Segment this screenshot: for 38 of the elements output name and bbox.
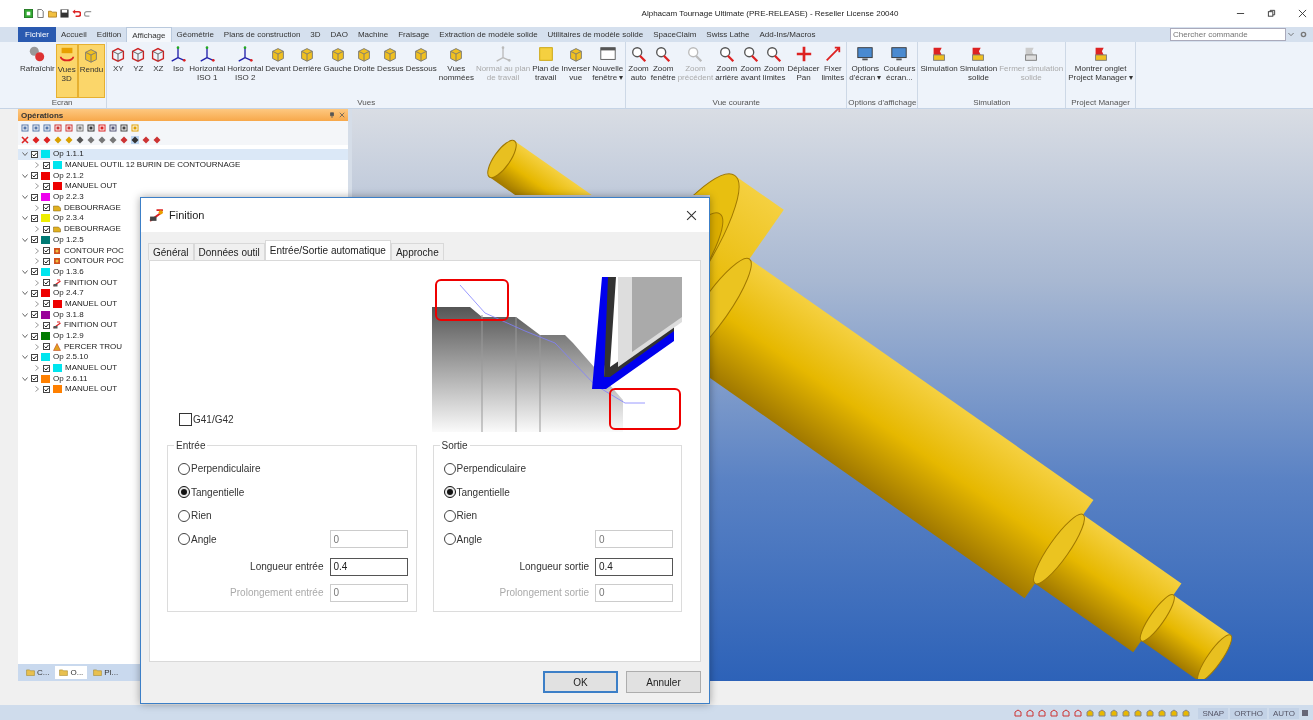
field-label: Longueur entrée xyxy=(250,561,324,572)
ribbon-group-label: Options d'affichage xyxy=(847,98,918,108)
operation-label: Op 2.3.4 xyxy=(53,213,84,224)
operation-label: Op 2.1.2 xyxy=(53,170,84,181)
dialog-title: Finition xyxy=(169,209,205,221)
operation-label: MANUEL OUTIL 12 BURIN DE CONTOURNAGE xyxy=(65,160,241,171)
operation-label: Op 2.6.11 xyxy=(53,373,88,384)
operation-label: CONTOUR POC xyxy=(64,245,124,256)
operation-label: MANUEL OUT xyxy=(65,181,118,192)
operation-label: Op 2.4.7 xyxy=(53,288,84,299)
operation-label: Op 1.2.5 xyxy=(53,234,84,245)
operation-label: FINITION OUT xyxy=(64,277,118,288)
operation-label: FINITION OUT xyxy=(64,320,118,331)
group-title: Entrée xyxy=(175,440,207,451)
operation-label: MANUEL OUT xyxy=(65,298,118,309)
ribbon-group-label: Vue courante xyxy=(711,98,761,108)
field-label: Prolongement entrée xyxy=(230,587,324,598)
operation-label: CONTOUR POC xyxy=(64,256,124,267)
ribbon-group-label: Project Manager xyxy=(1070,98,1131,108)
operation-label: Op 1.2.9 xyxy=(53,331,84,342)
operation-label: Op 1.1.1 xyxy=(53,149,84,160)
operation-label: DEBOURRAGE xyxy=(64,224,121,235)
ribbon-group-label: Simulation xyxy=(972,98,1012,108)
operation-label: DEBOURRAGE xyxy=(64,202,121,213)
operation-label: Op 2.2.3 xyxy=(53,192,84,203)
operation-label: Op 1.3.6 xyxy=(53,266,84,277)
operation-label: MANUEL OUT xyxy=(65,384,118,395)
operation-label: Op 2.5.10 xyxy=(53,352,89,363)
group-title: Sortie xyxy=(440,440,469,451)
field-label: Longueur sortie xyxy=(519,561,589,572)
operation-label: MANUEL OUT xyxy=(65,363,118,374)
ribbon-group-label: Vues xyxy=(356,98,377,108)
operation-label: PERCER TROU xyxy=(64,341,123,352)
window-title: Alphacam Tournage Ultimate (PRE-RELEASE) - Reseller License 20040 xyxy=(640,9,900,18)
field-label: Prolongement sortie xyxy=(499,587,589,598)
ribbon-group-label: Ecran xyxy=(50,98,74,108)
operation-label: Op 3.1.8 xyxy=(53,309,84,320)
panel-title: Opérations xyxy=(21,110,65,120)
